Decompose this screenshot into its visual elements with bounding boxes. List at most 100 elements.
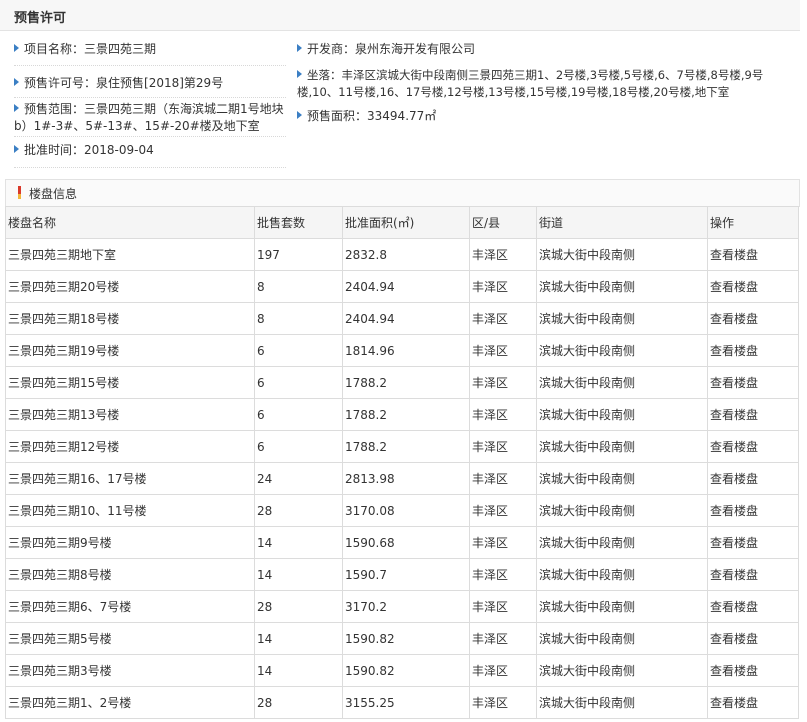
- area-cell: 1814.96: [342, 334, 470, 367]
- view-building-link[interactable]: 查看楼盘: [707, 462, 799, 495]
- building-name-cell: 三景四苑三期8号楼: [5, 558, 255, 591]
- location-value-line1: 丰泽区滨城大街中段南侧三景四苑三期1、2号楼,3号楼,5号楼,6、7号楼,8号楼…: [341, 68, 764, 82]
- divider: [14, 65, 286, 66]
- column-header-units: 批售套数: [254, 206, 343, 239]
- district-cell: 丰泽区: [469, 622, 537, 655]
- street-cell: 滨城大街中段南侧: [536, 526, 708, 559]
- district-cell: 丰泽区: [469, 494, 537, 527]
- units-cell: 28: [254, 590, 343, 623]
- area-cell: 2404.94: [342, 302, 470, 335]
- units-cell: 6: [254, 398, 343, 431]
- district-cell: 丰泽区: [469, 430, 537, 463]
- street-cell: 滨城大街中段南侧: [536, 462, 708, 495]
- street-cell: 滨城大街中段南侧: [536, 590, 708, 623]
- table-row: 三景四苑三期6、7号楼 28 3170.2 丰泽区 滨城大街中段南侧 查看楼盘: [5, 590, 799, 623]
- view-building-link[interactable]: 查看楼盘: [707, 366, 799, 399]
- view-building-link[interactable]: 查看楼盘: [707, 590, 799, 623]
- district-cell: 丰泽区: [469, 366, 537, 399]
- units-cell: 6: [254, 366, 343, 399]
- view-building-link[interactable]: 查看楼盘: [707, 654, 799, 687]
- license-no-row: 预售许可号：泉住预售[2018]第29号: [14, 75, 223, 92]
- building-name-cell: 三景四苑三期3号楼: [5, 654, 255, 687]
- scope-label: 预售范围：: [24, 102, 85, 116]
- divider: [14, 97, 286, 98]
- table-row: 三景四苑三期9号楼 14 1590.68 丰泽区 滨城大街中段南侧 查看楼盘: [5, 526, 799, 559]
- view-building-link[interactable]: 查看楼盘: [707, 622, 799, 655]
- view-building-link[interactable]: 查看楼盘: [707, 334, 799, 367]
- area-cell: 3155.25: [342, 686, 470, 719]
- location-row: 坐落：丰泽区滨城大街中段南侧三景四苑三期1、2号楼,3号楼,5号楼,6、7号楼,…: [297, 67, 763, 101]
- building-name-cell: 三景四苑三期5号楼: [5, 622, 255, 655]
- table-row: 三景四苑三期19号楼 6 1814.96 丰泽区 滨城大街中段南侧 查看楼盘: [5, 334, 799, 367]
- table-row: 三景四苑三期15号楼 6 1788.2 丰泽区 滨城大街中段南侧 查看楼盘: [5, 366, 799, 399]
- project-name-label: 项目名称：: [24, 42, 85, 56]
- view-building-link[interactable]: 查看楼盘: [707, 686, 799, 719]
- project-name-value: 三景四苑三期: [84, 42, 157, 56]
- divider: [14, 136, 286, 137]
- scope-row: 预售范围：三景四苑三期（东海滨城二期1号地块 b）1#-3#、5#-13#、15…: [14, 101, 284, 135]
- table-row: 三景四苑三期18号楼 8 2404.94 丰泽区 滨城大街中段南侧 查看楼盘: [5, 302, 799, 335]
- view-building-link[interactable]: 查看楼盘: [707, 238, 799, 271]
- section-title: 楼盘信息: [29, 187, 78, 201]
- date-row: 批准时间：2018-09-04: [14, 142, 154, 159]
- date-value: 2018-09-04: [84, 143, 154, 157]
- building-name-cell: 三景四苑三期20号楼: [5, 270, 255, 303]
- developer-row: 开发商：泉州东海开发有限公司: [297, 41, 475, 58]
- street-cell: 滨城大街中段南侧: [536, 622, 708, 655]
- arrow-right-icon: [297, 70, 302, 78]
- table-row: 三景四苑三期8号楼 14 1590.7 丰泽区 滨城大街中段南侧 查看楼盘: [5, 558, 799, 591]
- view-building-link[interactable]: 查看楼盘: [707, 270, 799, 303]
- area-cell: 1590.82: [342, 654, 470, 687]
- district-cell: 丰泽区: [469, 302, 537, 335]
- date-label: 批准时间：: [24, 143, 85, 157]
- view-building-link[interactable]: 查看楼盘: [707, 494, 799, 527]
- building-name-cell: 三景四苑三期9号楼: [5, 526, 255, 559]
- area-cell: 1590.82: [342, 622, 470, 655]
- title-bar: 预售许可: [0, 0, 800, 31]
- scope-value-line2: b）1#-3#、5#-13#、15#-20#楼及地下室: [14, 119, 260, 133]
- area-cell: 1590.7: [342, 558, 470, 591]
- building-name-cell: 三景四苑三期12号楼: [5, 430, 255, 463]
- scope-value-line1: 三景四苑三期（东海滨城二期1号地块: [84, 102, 284, 116]
- table-row: 三景四苑三期5号楼 14 1590.82 丰泽区 滨城大街中段南侧 查看楼盘: [5, 622, 799, 655]
- license-no-label: 预售许可号：: [24, 76, 97, 90]
- column-header-name: 楼盘名称: [5, 206, 255, 239]
- table-row: 三景四苑三期12号楼 6 1788.2 丰泽区 滨城大街中段南侧 查看楼盘: [5, 430, 799, 463]
- units-cell: 6: [254, 430, 343, 463]
- street-cell: 滨城大街中段南侧: [536, 558, 708, 591]
- district-cell: 丰泽区: [469, 654, 537, 687]
- view-building-link[interactable]: 查看楼盘: [707, 302, 799, 335]
- table-row: 三景四苑三期地下室 197 2832.8 丰泽区 滨城大街中段南侧 查看楼盘: [5, 238, 799, 271]
- building-name-cell: 三景四苑三期15号楼: [5, 366, 255, 399]
- street-cell: 滨城大街中段南侧: [536, 654, 708, 687]
- street-cell: 滨城大街中段南侧: [536, 238, 708, 271]
- arrow-right-icon: [14, 104, 19, 112]
- area-cell: 1788.2: [342, 366, 470, 399]
- units-cell: 14: [254, 622, 343, 655]
- view-building-link[interactable]: 查看楼盘: [707, 430, 799, 463]
- location-label: 坐落：: [307, 68, 342, 82]
- view-building-link[interactable]: 查看楼盘: [707, 526, 799, 559]
- column-header-action: 操作: [707, 206, 799, 239]
- district-cell: 丰泽区: [469, 238, 537, 271]
- area-cell: 1788.2: [342, 430, 470, 463]
- street-cell: 滨城大街中段南侧: [536, 686, 708, 719]
- table-row: 三景四苑三期20号楼 8 2404.94 丰泽区 滨城大街中段南侧 查看楼盘: [5, 270, 799, 303]
- street-cell: 滨城大街中段南侧: [536, 398, 708, 431]
- units-cell: 14: [254, 558, 343, 591]
- district-cell: 丰泽区: [469, 334, 537, 367]
- units-cell: 6: [254, 334, 343, 367]
- units-cell: 28: [254, 686, 343, 719]
- arrow-right-icon: [297, 111, 302, 119]
- view-building-link[interactable]: 查看楼盘: [707, 558, 799, 591]
- table-row: 三景四苑三期1、2号楼 28 3155.25 丰泽区 滨城大街中段南侧 查看楼盘: [5, 686, 799, 719]
- district-cell: 丰泽区: [469, 526, 537, 559]
- district-cell: 丰泽区: [469, 686, 537, 719]
- street-cell: 滨城大街中段南侧: [536, 494, 708, 527]
- building-name-cell: 三景四苑三期10、11号楼: [5, 494, 255, 527]
- building-info-header: 楼盘信息: [5, 179, 800, 207]
- license-no-value: 泉住预售[2018]第29号: [96, 76, 224, 90]
- arrow-right-icon: [297, 44, 302, 52]
- view-building-link[interactable]: 查看楼盘: [707, 398, 799, 431]
- location-value-line2: 楼,10、11号楼,16、17号楼,12号楼,13号楼,15号楼,19号楼,18…: [297, 85, 730, 99]
